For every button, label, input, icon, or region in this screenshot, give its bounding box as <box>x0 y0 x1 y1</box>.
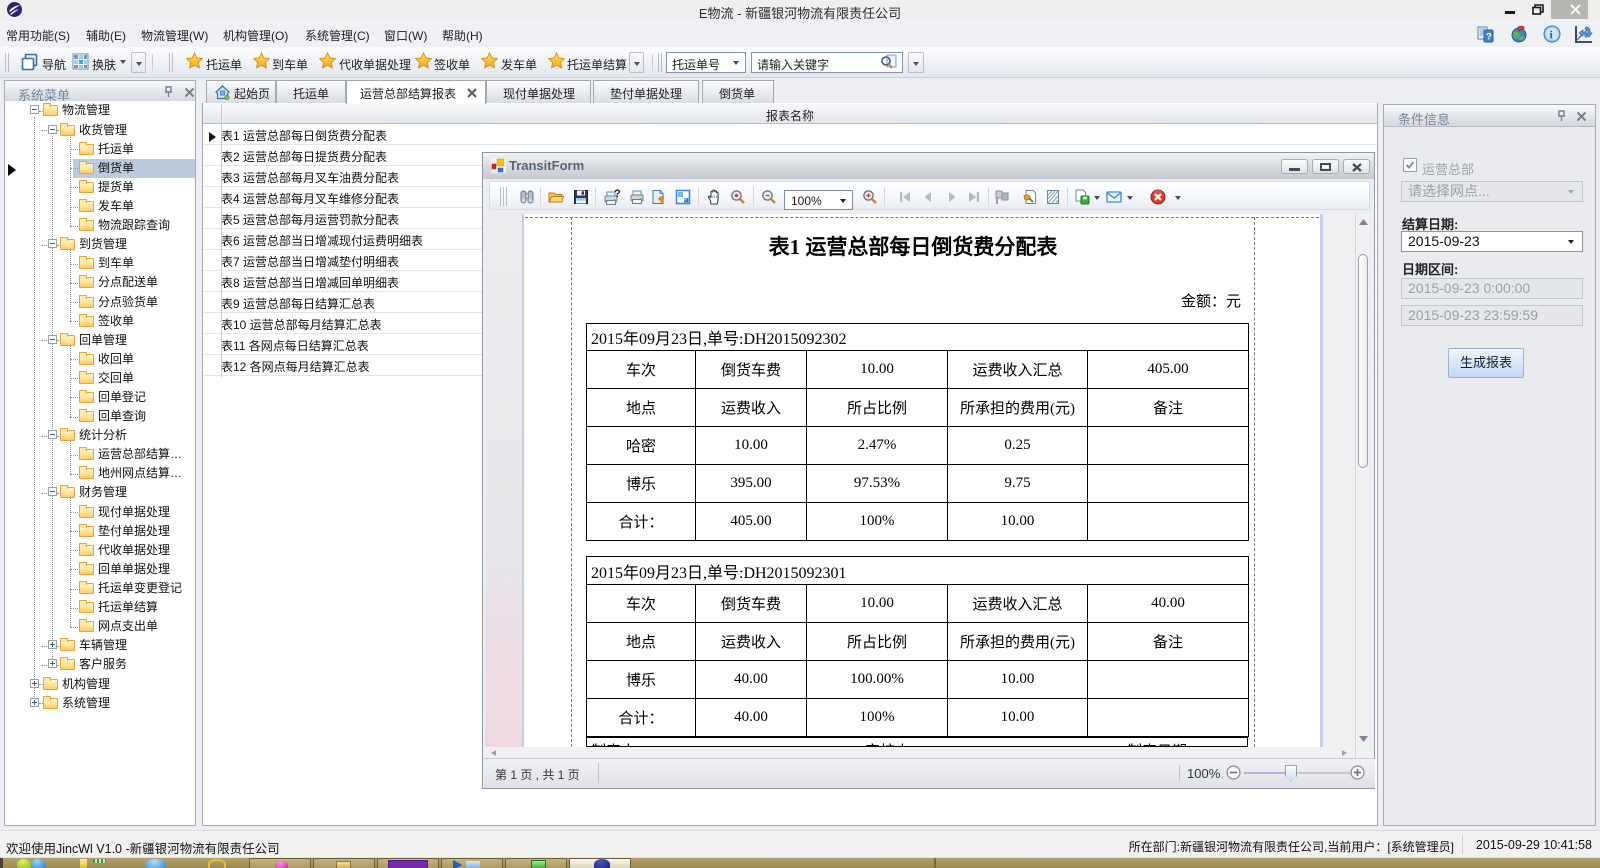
svg-text:?: ? <box>1486 32 1492 43</box>
